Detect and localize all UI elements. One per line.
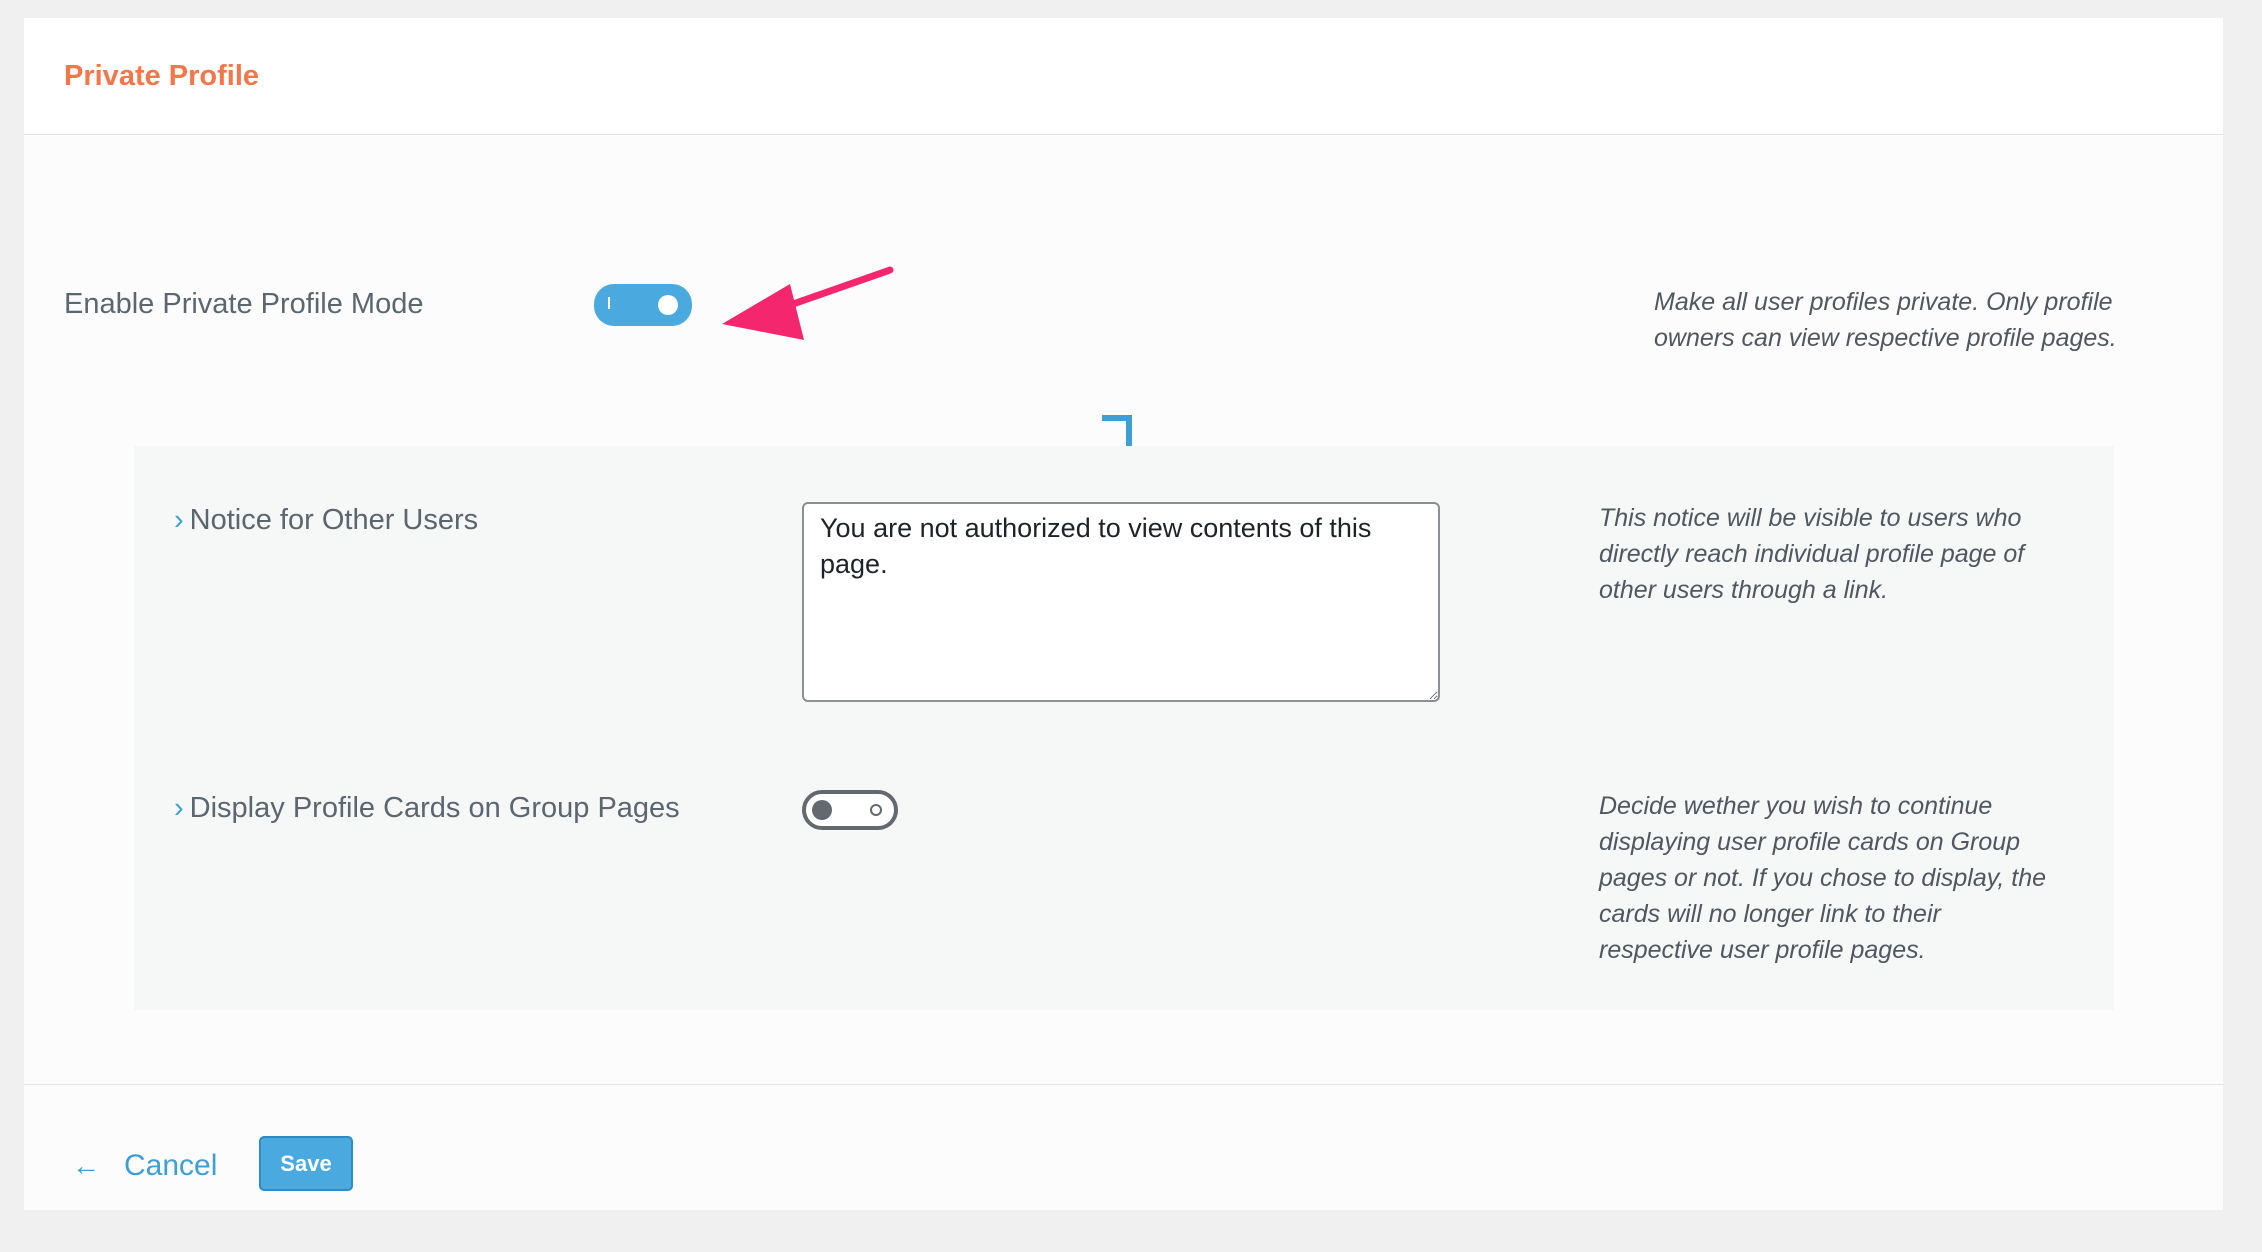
arrow-left-icon: ← [72, 1150, 100, 1181]
display-profile-cards-description: Decide wether you wish to continue displ… [1599, 792, 2047, 964]
page-title: Private Profile [64, 60, 260, 92]
enable-private-profile-label: Enable Private Profile Mode [64, 288, 424, 320]
notice-textarea[interactable]: You are not authorized to view contents … [802, 502, 1440, 702]
display-profile-cards-toggle[interactable] [802, 790, 898, 830]
settings-panel: Private Profile Enable Private Profile M… [24, 18, 2223, 1210]
chevron-right-icon: › [174, 792, 184, 824]
cancel-button[interactable]: ← Cancel [72, 1149, 217, 1183]
save-button[interactable]: Save [259, 1136, 353, 1191]
notice-description: This notice will be visible to users who… [1599, 504, 2025, 604]
toggle-knob [658, 295, 678, 315]
notice-for-other-users-label: › Notice for Other Users [174, 504, 479, 536]
panel-header: Private Profile [24, 18, 2223, 135]
toggle-off-mark [870, 804, 882, 816]
toggle-on-mark [608, 297, 610, 309]
enable-private-profile-toggle[interactable] [594, 284, 692, 326]
chevron-right-icon: › [174, 504, 184, 536]
cancel-label: Cancel [124, 1149, 218, 1182]
toggle-knob [812, 800, 832, 820]
pointer-arrow-icon [722, 266, 894, 340]
display-profile-cards-label: › Display Profile Cards on Group Pages [174, 792, 680, 824]
enable-private-profile-description: Make all user profiles private. Only pro… [1654, 288, 2117, 352]
form-footer: ← Cancel Save [24, 1084, 2223, 1210]
